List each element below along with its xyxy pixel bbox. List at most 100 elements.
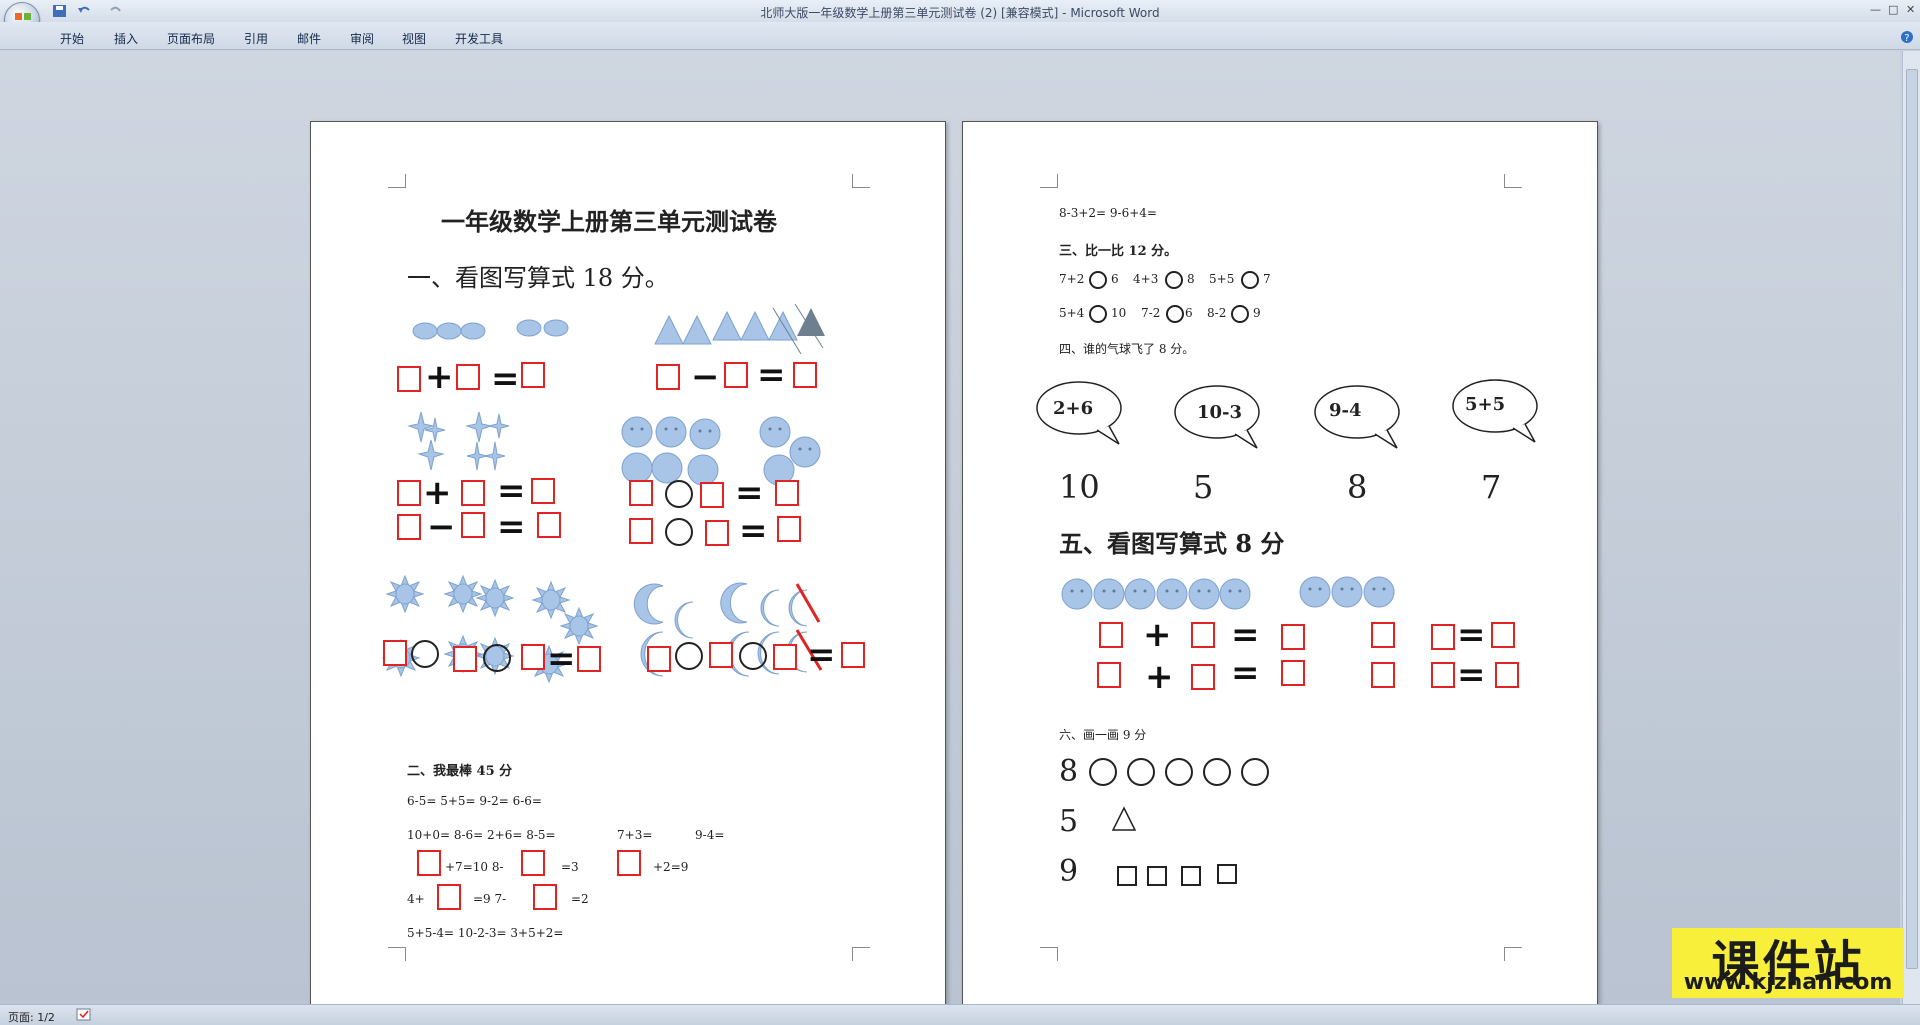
compare-circle[interactable]: [1231, 305, 1249, 323]
drawn-square: [1117, 866, 1137, 886]
undo-icon[interactable]: [76, 4, 92, 18]
proofing-icon[interactable]: [76, 1008, 92, 1022]
answer-box[interactable]: [456, 364, 480, 390]
exercise-row-5: 5+5-4= 10-2-3= 3+5+2=: [407, 926, 564, 940]
answer-box[interactable]: [629, 480, 653, 506]
answer-box[interactable]: [437, 884, 461, 910]
page-title: 一年级数学上册第三单元测试卷: [441, 207, 777, 236]
equals-sign: =: [757, 355, 786, 395]
compare-circle[interactable]: [483, 644, 511, 672]
compare-circle[interactable]: [1089, 305, 1107, 323]
plus-sign: +: [1143, 615, 1172, 655]
compare-circle[interactable]: [411, 640, 439, 668]
compare-expr: 4+3: [1133, 272, 1159, 286]
answer-box[interactable]: [397, 480, 421, 506]
section-heading-6: 六、画一画 9 分: [1059, 728, 1147, 742]
answer-box[interactable]: [709, 642, 733, 668]
answer-box[interactable]: [1495, 662, 1519, 688]
answer-box[interactable]: [1281, 624, 1305, 650]
tab-insert[interactable]: 插入: [114, 30, 138, 47]
maximize-button[interactable]: □: [1888, 3, 1898, 16]
tab-references[interactable]: 引用: [244, 30, 268, 47]
document-page-2[interactable]: 8-3+2= 9-6+4= 三、比一比 12 分。 7+2 6 4+3 8 5+…: [962, 121, 1598, 1021]
document-workspace[interactable]: 一年级数学上册第三单元测试卷 一、看图写算式 18 分。 + = − = + =…: [0, 51, 1900, 1021]
tab-home[interactable]: 开始: [60, 30, 84, 47]
compare-circle[interactable]: [739, 642, 767, 670]
compare-circle[interactable]: [1165, 271, 1183, 289]
ovals-illustration: [412, 319, 569, 340]
tab-page-layout[interactable]: 页面布局: [167, 30, 215, 47]
answer-box[interactable]: [383, 640, 407, 666]
answer-box[interactable]: [705, 520, 729, 546]
redo-icon[interactable]: [108, 4, 124, 18]
equals-sign: =: [491, 359, 520, 399]
drawn-circle: [1241, 758, 1269, 786]
answer-box[interactable]: [461, 480, 485, 506]
answer-box[interactable]: [700, 482, 724, 508]
exercise-row-top: 8-3+2= 9-6+4=: [1059, 206, 1157, 220]
document-page-1[interactable]: 一年级数学上册第三单元测试卷 一、看图写算式 18 分。 + = − = + =…: [310, 121, 946, 1021]
answer-box[interactable]: [1191, 622, 1215, 648]
answer-box[interactable]: [1371, 622, 1395, 648]
answer-box[interactable]: [521, 850, 545, 876]
triangle-shape: [1111, 806, 1137, 831]
answer-box[interactable]: [521, 362, 545, 388]
answer-box[interactable]: [647, 646, 671, 672]
help-icon[interactable]: ?: [1900, 30, 1914, 44]
answer-box[interactable]: [1431, 624, 1455, 650]
answer-box[interactable]: [617, 850, 641, 876]
close-button[interactable]: ✕: [1906, 3, 1915, 16]
compare-circle[interactable]: [675, 642, 703, 670]
balloon-label: 5+5: [1465, 394, 1506, 415]
answer-box[interactable]: [656, 364, 680, 390]
answer-box[interactable]: [841, 642, 865, 668]
answer-box[interactable]: [773, 644, 797, 670]
tab-developer[interactable]: 开发工具: [455, 30, 503, 47]
answer-box[interactable]: [1191, 664, 1215, 690]
save-icon[interactable]: [52, 4, 68, 18]
compare-circle[interactable]: [1166, 305, 1184, 323]
minimize-button[interactable]: —: [1870, 3, 1881, 16]
answer-box[interactable]: [417, 850, 441, 876]
equals-sign: =: [1457, 615, 1486, 655]
tab-view[interactable]: 视图: [402, 30, 426, 47]
vertical-scrollbar[interactable]: [1902, 51, 1920, 1004]
page-count[interactable]: 页面: 1/2: [8, 1009, 55, 1025]
section-heading-1: 一、看图写算式 18 分。: [407, 264, 669, 292]
answer-box[interactable]: [724, 362, 748, 388]
answer-box[interactable]: [1097, 662, 1121, 688]
answer-box[interactable]: [577, 646, 601, 672]
answer-box[interactable]: [397, 514, 421, 540]
margin-corner-mark: [852, 174, 870, 188]
answer-box[interactable]: [533, 884, 557, 910]
balloon-label: 2+6: [1053, 398, 1094, 419]
tab-mailings[interactable]: 邮件: [297, 30, 321, 47]
answer-box[interactable]: [453, 646, 477, 672]
answer-box[interactable]: [521, 644, 545, 670]
tab-review[interactable]: 审阅: [350, 30, 374, 47]
compare-expr: 8-2: [1207, 306, 1227, 320]
compare-circle[interactable]: [1241, 271, 1259, 289]
equals-sign: =: [807, 635, 836, 675]
compare-circle[interactable]: [1089, 271, 1107, 289]
answer-box[interactable]: [537, 512, 561, 538]
drawn-circle: [1089, 758, 1117, 786]
answer-box[interactable]: [1281, 660, 1305, 686]
answer-box[interactable]: [793, 362, 817, 388]
answer-box[interactable]: [777, 516, 801, 542]
answer-box[interactable]: [397, 366, 421, 392]
answer-box[interactable]: [531, 478, 555, 504]
answer-box[interactable]: [1371, 662, 1395, 688]
answer-box[interactable]: [1099, 622, 1123, 648]
answer-box[interactable]: [775, 480, 799, 506]
margin-corner-mark: [388, 947, 406, 961]
scrollbar-thumb[interactable]: [1906, 69, 1918, 969]
compare-circle[interactable]: [665, 518, 693, 546]
margin-corner-mark: [1040, 174, 1058, 188]
answer-box[interactable]: [1431, 662, 1455, 688]
answer-box[interactable]: [461, 512, 485, 538]
answer-box[interactable]: [629, 518, 653, 544]
draw-number: 8: [1059, 754, 1079, 789]
compare-circle[interactable]: [665, 480, 693, 508]
answer-box[interactable]: [1491, 622, 1515, 648]
